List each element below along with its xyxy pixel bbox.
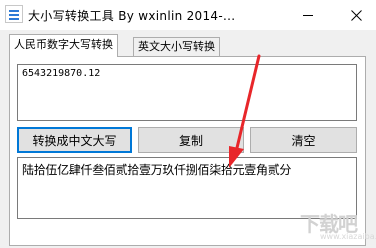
clear-button[interactable]: 清空 <box>250 127 357 153</box>
close-icon <box>350 9 362 21</box>
minimize-button[interactable] <box>288 0 328 30</box>
watermark-url: www.xiazaiba.com <box>320 232 376 241</box>
close-button[interactable] <box>336 0 376 30</box>
minimize-icon <box>303 14 313 16</box>
number-input[interactable]: 6543219870.12 <box>17 64 357 121</box>
window-title: 大小写转换工具 By wxinlin 2014-... <box>28 9 236 23</box>
tab-english-case[interactable]: 英文大小写转换 <box>133 37 220 57</box>
title-bar: 大小写转换工具 By wxinlin 2014-... <box>0 0 376 30</box>
convert-button[interactable]: 转换成中文大写 <box>17 127 132 153</box>
app-icon <box>5 5 23 23</box>
copy-button[interactable]: 复制 <box>138 127 244 153</box>
tab-rmb-uppercase[interactable]: 人民币数字大写转换 <box>9 34 118 57</box>
